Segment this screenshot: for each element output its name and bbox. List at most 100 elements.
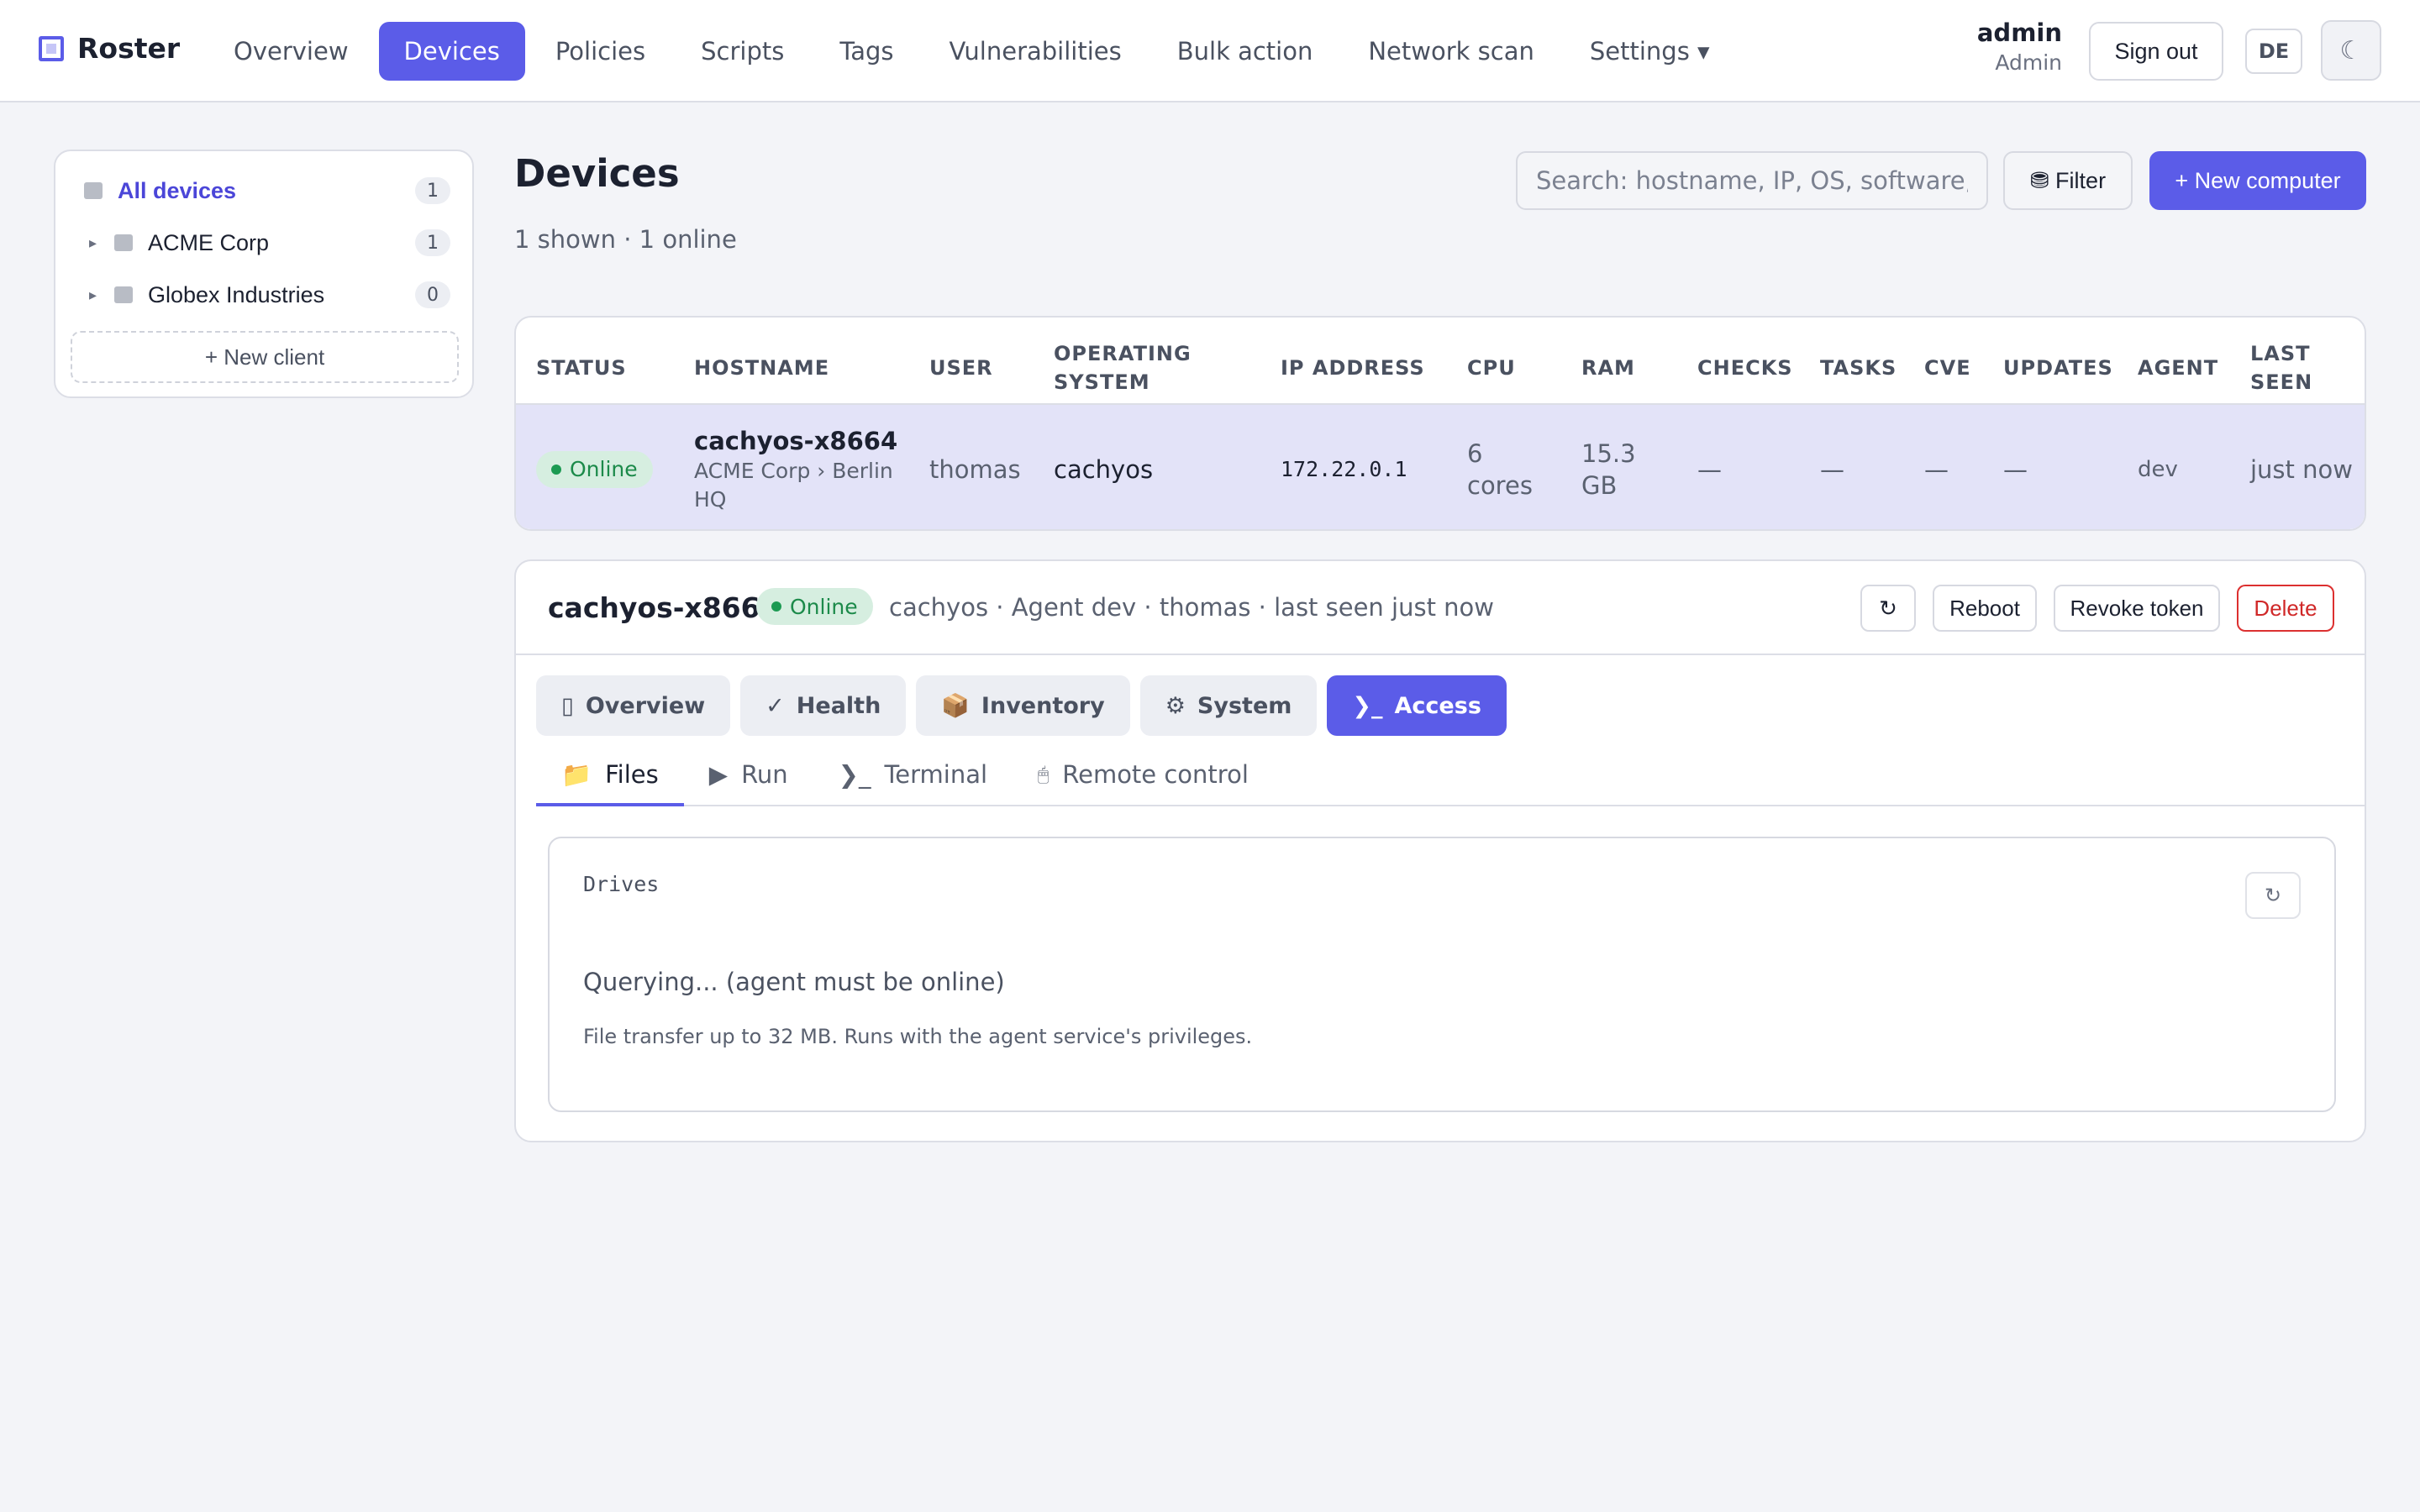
package-icon: 📦 (941, 693, 970, 719)
user-name: admin (1976, 18, 2062, 47)
user-info: admin Admin (1977, 18, 2062, 75)
sidebar-item-count: 1 (415, 177, 450, 204)
folder-icon (114, 234, 133, 251)
sidebar-item-acme-corp[interactable]: ▸ ACME Corp 1 (81, 220, 450, 265)
status-badge: Online (756, 588, 873, 625)
tab-health[interactable]: ✓ Health (740, 675, 907, 736)
nav-network-scan[interactable]: Network scan (1343, 22, 1560, 81)
play-icon: ▶ (708, 760, 729, 789)
search-input[interactable] (1516, 151, 1988, 210)
sidebar-item-label: ACME Corp (148, 229, 270, 255)
tab-label: Access (1394, 692, 1481, 719)
detail-header: cachyos-x8664 Online cachyos · Agent dev… (516, 561, 2365, 655)
nav-tags[interactable]: Tags (814, 22, 918, 81)
expand-caret-icon[interactable]: ▸ (81, 286, 114, 304)
check-icon: ✓ (765, 692, 785, 719)
sidebar-item-all-devices[interactable]: All devices 1 (81, 168, 450, 213)
sidebar-item-label: All devices (118, 177, 237, 203)
nav-scripts[interactable]: Scripts (676, 22, 809, 81)
filter-button[interactable]: ⛃ Filter (2003, 151, 2133, 210)
files-panel: Drives ↻ Querying... (agent must be onli… (548, 837, 2336, 1112)
subtab-remote-control[interactable]: 🖱 Remote control (1013, 746, 1274, 806)
sidebar-item-count: 0 (415, 281, 450, 308)
sign-out-button[interactable]: Sign out (2089, 22, 2223, 81)
terminal-icon: ❯_ (838, 760, 871, 789)
os-cell: cachyos (1054, 455, 1154, 484)
tab-system[interactable]: ⚙ System (1139, 675, 1318, 736)
hostname-cell[interactable]: cachyos-x8664 ACME Corp › Berlin HQ (694, 405, 913, 529)
roster-logo-icon (39, 35, 64, 61)
brand[interactable]: Roster (39, 32, 180, 65)
devices-table: STATUS HOSTNAME USER OPERATING SYSTEM IP… (514, 316, 2366, 531)
subtab-files[interactable]: 📁 Files (536, 746, 684, 806)
nav-devices[interactable]: Devices (378, 22, 525, 81)
column-header-os[interactable]: OPERATING SYSTEM (1054, 334, 1191, 402)
new-client-button[interactable]: + New client (71, 331, 459, 383)
main-nav: Overview Devices Policies Scripts Tags V… (208, 22, 1735, 81)
column-header-status[interactable]: STATUS (536, 334, 627, 402)
nav-bulk-action[interactable]: Bulk action (1152, 22, 1339, 81)
nav-policies[interactable]: Policies (530, 22, 671, 81)
detail-tabs: ▯ Overview ✓ Health 📦 Inventory ⚙ System… (536, 675, 1507, 736)
subtab-label: Files (605, 760, 659, 789)
theme-toggle-moon-icon[interactable]: ☾ (2321, 20, 2381, 81)
status-text: Online (570, 457, 638, 481)
new-computer-button[interactable]: + New computer (2149, 151, 2366, 210)
column-header-checks[interactable]: CHECKS (1697, 334, 1793, 402)
tab-inventory[interactable]: 📦 Inventory (916, 675, 1130, 736)
top-bar: Roster Overview Devices Policies Scripts… (0, 0, 2420, 102)
online-dot-icon (551, 465, 561, 475)
column-header-ip[interactable]: IP ADDRESS (1281, 334, 1425, 402)
column-header-hostname[interactable]: HOSTNAME (694, 334, 829, 402)
nav-overview[interactable]: Overview (208, 22, 374, 81)
language-toggle[interactable]: DE (2245, 29, 2302, 74)
detail-hostname: cachyos-x8664 (548, 591, 780, 624)
last-seen-cell: just now (2250, 455, 2353, 484)
column-header-agent[interactable]: AGENT (2138, 334, 2218, 402)
column-header-tasks[interactable]: TASKS (1820, 334, 1897, 402)
delete-button[interactable]: Delete (2237, 585, 2334, 632)
user-cell: thomas (929, 455, 1021, 484)
page-title: Devices (514, 151, 680, 196)
tab-overview[interactable]: ▯ Overview (536, 675, 731, 736)
nav-settings-dropdown[interactable]: Settings ▾ (1565, 22, 1735, 81)
tab-label: System (1197, 692, 1292, 719)
column-header-user[interactable]: USER (929, 334, 993, 402)
app-name: Roster (77, 32, 181, 65)
drives-heading: Drives (583, 872, 660, 896)
table-row[interactable]: Online cachyos-x8664 ACME Corp › Berlin … (516, 403, 2365, 529)
status-text: Online (790, 594, 858, 619)
column-header-cve[interactable]: CVE (1924, 334, 1971, 402)
tab-access[interactable]: ❯_ Access (1327, 675, 1507, 736)
cve-cell: — (1924, 455, 1949, 484)
sidebar-item-count: 1 (415, 229, 450, 256)
expand-caret-icon[interactable]: ▸ (81, 234, 114, 252)
reboot-button[interactable]: Reboot (1933, 585, 2037, 632)
column-header-cpu[interactable]: CPU (1467, 334, 1516, 402)
refresh-drives-button[interactable]: ↻ (2245, 872, 2301, 919)
tab-label: Inventory (981, 692, 1105, 719)
cpu-cell: 6 cores (1467, 439, 1533, 500)
device-icon: ▯ (561, 692, 574, 719)
device-location-path: ACME Corp › Berlin HQ (694, 459, 893, 512)
tab-label: Health (796, 692, 881, 719)
column-header-last-seen[interactable]: LAST SEEN (2250, 334, 2326, 402)
subtab-run[interactable]: ▶ Run (684, 746, 813, 806)
refresh-button[interactable]: ↻ (1860, 585, 1916, 632)
column-header-updates[interactable]: UPDATES (2003, 334, 2113, 402)
status-badge: Online (536, 451, 653, 488)
revoke-token-button[interactable]: Revoke token (2054, 585, 2220, 632)
querying-status: Querying... (agent must be online) (583, 968, 1005, 996)
grid-icon (84, 182, 103, 199)
device-hostname: cachyos-x8664 (694, 427, 898, 455)
nav-vulnerabilities[interactable]: Vulnerabilities (924, 22, 1147, 81)
column-header-ram[interactable]: RAM (1581, 334, 1635, 402)
subtab-terminal[interactable]: ❯_ Terminal (813, 746, 1013, 806)
agent-cell: dev (2138, 457, 2178, 482)
ram-cell: 15.3 GB (1581, 439, 1636, 500)
mouse-icon: 🖱 (1038, 764, 1050, 785)
tab-label: Overview (585, 692, 706, 719)
sidebar-item-globex-industries[interactable]: ▸ Globex Industries 0 (81, 272, 450, 318)
online-dot-icon (771, 601, 781, 612)
client-sidebar: All devices 1 ▸ ACME Corp 1 ▸ Globex Ind… (54, 150, 474, 398)
